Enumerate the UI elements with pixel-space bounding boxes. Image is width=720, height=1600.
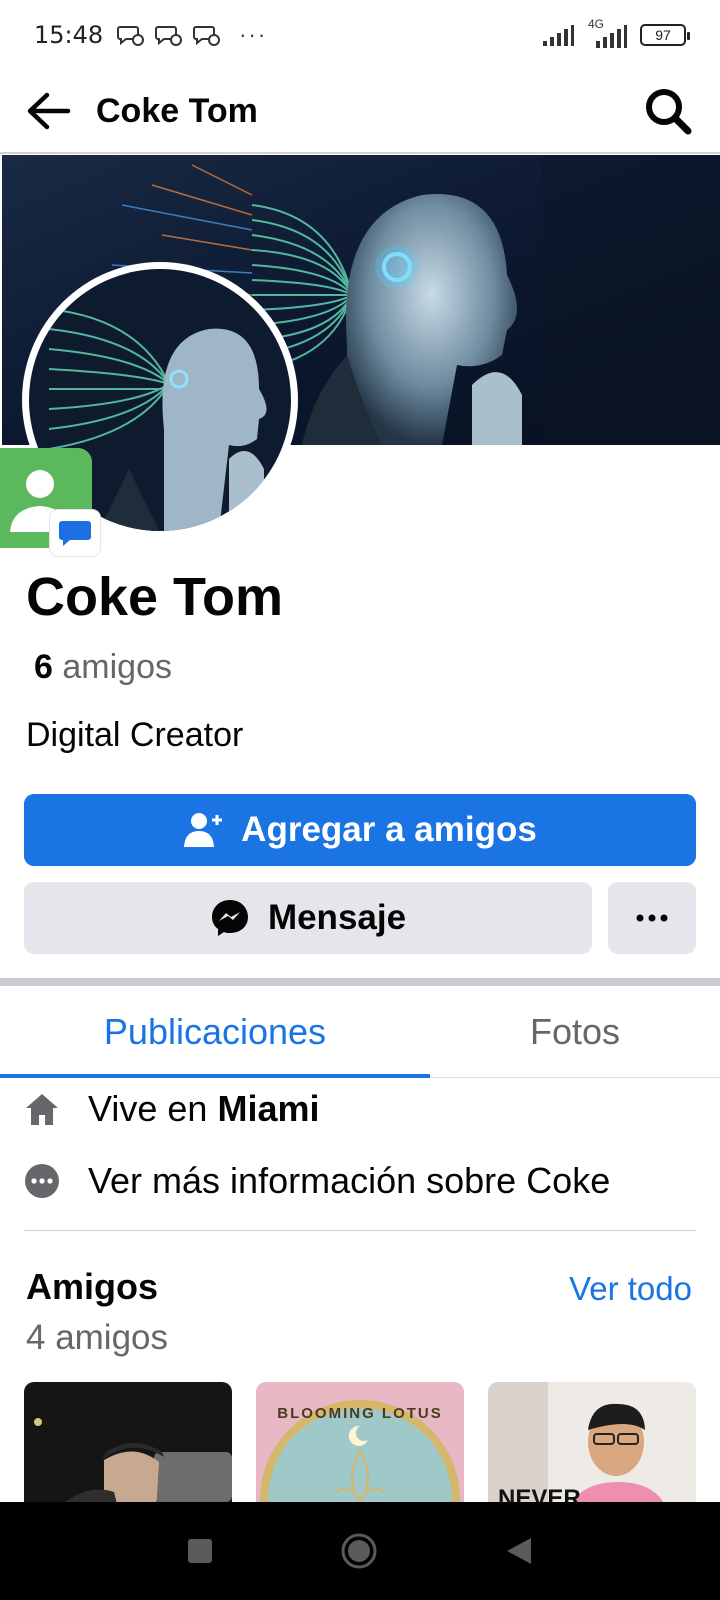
friends-section-count: 4 amigos bbox=[26, 1318, 169, 1357]
signal-icon bbox=[543, 25, 574, 46]
friend-card[interactable] bbox=[24, 1382, 232, 1512]
friend-photo: NEVER bbox=[488, 1382, 696, 1512]
message-button[interactable]: Mensaje bbox=[24, 882, 592, 954]
network-type-label: 4G bbox=[588, 17, 605, 31]
back-button-icon[interactable] bbox=[505, 1536, 533, 1566]
see-all-friends-link[interactable]: Ver todo bbox=[569, 1270, 692, 1308]
add-friend-button[interactable]: Agregar a amigos bbox=[24, 794, 696, 866]
chat-notification-icon bbox=[193, 26, 221, 46]
home-button-icon[interactable] bbox=[341, 1533, 377, 1569]
status-bar: 15:48 ··· 4G 97 bbox=[0, 0, 720, 70]
messages-badge[interactable] bbox=[50, 510, 100, 556]
more-horizontal-icon bbox=[636, 914, 668, 922]
lives-in-text: Vive en Miami bbox=[88, 1088, 319, 1130]
chat-notification-icon bbox=[155, 26, 183, 46]
friend-card[interactable]: NEVER bbox=[488, 1382, 696, 1512]
battery-level: 97 bbox=[655, 27, 671, 43]
lives-prefix: Vive en bbox=[88, 1088, 208, 1129]
chat-bubble-icon bbox=[59, 521, 91, 546]
search-button[interactable] bbox=[640, 83, 696, 139]
status-right: 4G 97 bbox=[542, 17, 690, 49]
status-left: 15:48 ··· bbox=[34, 21, 267, 49]
tab-fotos[interactable]: Fotos bbox=[430, 986, 720, 1077]
more-options-button[interactable] bbox=[608, 882, 696, 954]
status-time: 15:48 bbox=[34, 21, 104, 49]
profile-name: Coke Tom bbox=[26, 567, 284, 627]
divider bbox=[24, 1230, 696, 1231]
battery-icon: 97 bbox=[640, 24, 690, 46]
section-divider bbox=[0, 978, 720, 986]
messenger-icon bbox=[211, 900, 248, 936]
lives-in-row: Vive en Miami bbox=[24, 1088, 319, 1130]
add-friend-icon bbox=[184, 813, 223, 847]
home-icon bbox=[26, 1094, 58, 1125]
back-button[interactable] bbox=[24, 87, 72, 135]
network-signal: 4G bbox=[586, 17, 628, 49]
profile-tabs: Publicaciones Fotos bbox=[0, 986, 720, 1078]
friend-photo: BLOOMING LOTUS bbox=[256, 1382, 464, 1512]
recents-button-icon[interactable] bbox=[187, 1538, 213, 1564]
tab-publicaciones[interactable]: Publicaciones bbox=[0, 986, 430, 1078]
more-info-row[interactable]: Ver más información sobre Coke bbox=[24, 1160, 610, 1202]
lives-city: Miami bbox=[217, 1088, 320, 1129]
chat-notification-icon bbox=[117, 26, 145, 46]
profile-bio: Digital Creator bbox=[26, 716, 244, 754]
system-navigation-bar bbox=[0, 1502, 720, 1600]
page-title: Coke Tom bbox=[96, 91, 258, 130]
arrow-left-icon bbox=[27, 92, 71, 130]
friends-label: amigos bbox=[62, 648, 172, 686]
friend-photo bbox=[24, 1382, 232, 1512]
search-icon bbox=[646, 89, 692, 135]
friend-card[interactable]: BLOOMING LOTUS bbox=[256, 1382, 464, 1512]
add-friend-label: Agregar a amigos bbox=[241, 810, 537, 849]
more-info-label: Ver más información sobre Coke bbox=[88, 1160, 611, 1201]
message-label: Mensaje bbox=[267, 898, 407, 937]
friends-count-line[interactable]: 6 amigos bbox=[34, 648, 172, 687]
more-circle-icon bbox=[25, 1164, 59, 1198]
friends-count: 6 bbox=[34, 648, 53, 686]
status-more: ··· bbox=[239, 22, 268, 47]
friends-section-title: Amigos bbox=[26, 1266, 159, 1307]
top-app-bar: Coke Tom bbox=[0, 70, 720, 154]
friend-logo-text: BLOOMING LOTUS bbox=[277, 1405, 443, 1422]
